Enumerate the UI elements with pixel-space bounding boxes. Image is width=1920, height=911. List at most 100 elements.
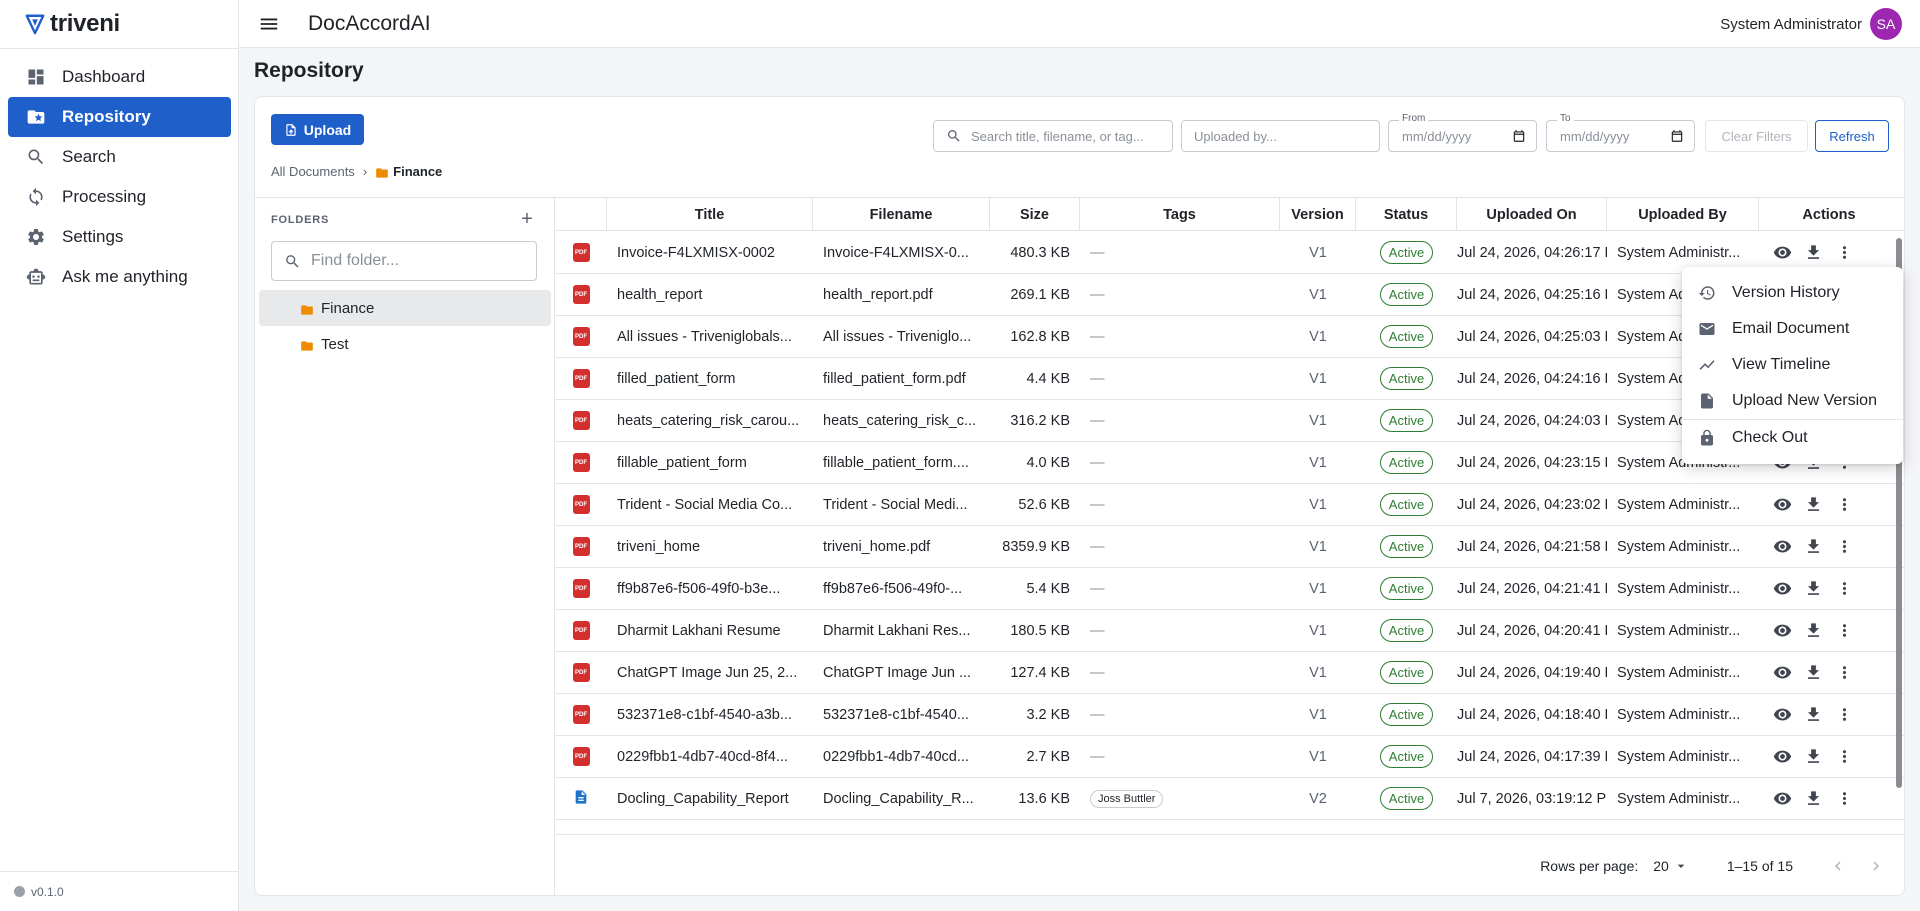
status-cell: Active: [1356, 526, 1457, 568]
table-row[interactable]: PDF 532371e8-c1bf-4540-a3b... 532371e8-c1b…: [555, 694, 1904, 736]
user-menu[interactable]: System Administrator SA: [1720, 8, 1902, 40]
title-cell[interactable]: heats_catering_risk_carou...: [607, 400, 813, 442]
title-cell[interactable]: triveni_home: [607, 526, 813, 568]
column-header-status[interactable]: Status: [1356, 198, 1457, 231]
menu-item-email-document[interactable]: Email Document: [1682, 311, 1903, 347]
title-cell[interactable]: fillable_patient_form: [607, 442, 813, 484]
download-icon[interactable]: [1804, 789, 1823, 808]
more-vertical-icon[interactable]: [1835, 579, 1854, 598]
calendar-icon[interactable]: [1670, 129, 1684, 143]
actions-cell: [1759, 526, 1899, 568]
column-header-title[interactable]: Title: [607, 198, 813, 231]
title-cell[interactable]: ff9b87e6-f506-49f0-b3e...: [607, 568, 813, 610]
more-vertical-icon[interactable]: [1835, 705, 1854, 724]
view-icon[interactable]: [1773, 747, 1792, 766]
tags-empty: —: [1090, 370, 1105, 387]
view-icon[interactable]: [1773, 495, 1792, 514]
sidebar-item-dashboard[interactable]: Dashboard: [8, 57, 231, 97]
folder-item-test[interactable]: Test: [259, 326, 551, 362]
version-cell: V1: [1309, 412, 1327, 429]
more-vertical-icon[interactable]: [1835, 537, 1854, 556]
previous-page-button[interactable]: [1828, 856, 1848, 876]
column-header-uploaded-on[interactable]: Uploaded On: [1457, 198, 1607, 231]
to-date-input[interactable]: To mm/dd/yyyy: [1546, 113, 1695, 152]
view-icon[interactable]: [1773, 537, 1792, 556]
from-date-input[interactable]: From mm/dd/yyyy: [1388, 113, 1537, 152]
refresh-button[interactable]: Refresh: [1815, 120, 1889, 152]
view-icon[interactable]: [1773, 663, 1792, 682]
view-icon[interactable]: [1773, 621, 1792, 640]
view-icon[interactable]: [1773, 243, 1792, 262]
folder-search-input[interactable]: Find folder...: [271, 241, 537, 281]
clear-filters-button[interactable]: Clear Filters: [1705, 120, 1808, 152]
menu-item-check-out[interactable]: Check Out: [1682, 420, 1903, 456]
table-row[interactable]: PDF Dharmit Lakhani Resume Dharmit Lakhani…: [555, 610, 1904, 652]
more-vertical-icon[interactable]: [1835, 747, 1854, 766]
add-folder-button[interactable]: +: [517, 208, 537, 230]
download-icon[interactable]: [1804, 747, 1823, 766]
tag-chip[interactable]: Joss Buttler: [1090, 789, 1164, 808]
table-row[interactable]: PDF ff9b87e6-f506-49f0-b3e... ff9b87e6-f50…: [555, 568, 1904, 610]
column-header-tags[interactable]: Tags: [1080, 198, 1280, 231]
sidebar-item-processing[interactable]: Processing: [8, 177, 231, 217]
title-cell[interactable]: Docling_Capability_Report: [607, 778, 813, 820]
table-row[interactable]: PDF triveni_home triveni_home.pdf 8359.9 KB…: [555, 526, 1904, 568]
title-cell[interactable]: Invoice-F4LXMISX-0002: [607, 232, 813, 274]
rows-per-page-select[interactable]: 20: [1653, 858, 1689, 874]
upload-button[interactable]: Upload: [271, 114, 364, 145]
view-icon[interactable]: [1773, 705, 1792, 724]
calendar-icon[interactable]: [1512, 129, 1526, 143]
table-row[interactable]: Docling_Capability_Report Docling_Capabil…: [555, 778, 1904, 820]
view-icon[interactable]: [1773, 579, 1792, 598]
title-cell[interactable]: 532371e8-c1bf-4540-a3b...: [607, 694, 813, 736]
sidebar-item-search[interactable]: Search: [8, 137, 231, 177]
more-vertical-icon[interactable]: [1835, 243, 1854, 262]
breadcrumb-root[interactable]: All Documents: [271, 164, 355, 179]
more-vertical-icon[interactable]: [1835, 495, 1854, 514]
column-header-version[interactable]: Version: [1280, 198, 1356, 231]
column-header-filename[interactable]: Filename: [813, 198, 990, 231]
next-page-button[interactable]: [1866, 856, 1886, 876]
table-row[interactable]: PDF Trident - Social Media Co... Trident -…: [555, 484, 1904, 526]
avatar[interactable]: SA: [1870, 8, 1902, 40]
sidebar-item-settings[interactable]: Settings: [8, 217, 231, 257]
download-icon[interactable]: [1804, 495, 1823, 514]
table-row[interactable]: PDF 0229fbb1-4db7-40cd-8f4... 0229fbb1-4db…: [555, 736, 1904, 778]
sidebar-item-ask-me-anything[interactable]: Ask me anything: [8, 257, 231, 297]
download-icon[interactable]: [1804, 621, 1823, 640]
menu-button[interactable]: [257, 12, 281, 36]
download-icon[interactable]: [1804, 705, 1823, 724]
title-cell[interactable]: filled_patient_form: [607, 358, 813, 400]
menu-item-label: Upload New Version: [1732, 392, 1877, 409]
title-cell[interactable]: health_report: [607, 274, 813, 316]
more-vertical-icon[interactable]: [1835, 663, 1854, 682]
table-row[interactable]: PDF ChatGPT Image Jun 25, 2... ChatGPT Ima…: [555, 652, 1904, 694]
status-badge: Active: [1379, 661, 1434, 684]
title-cell[interactable]: ChatGPT Image Jun 25, 2...: [607, 652, 813, 694]
more-vertical-icon[interactable]: [1835, 621, 1854, 640]
sidebar-item-repository[interactable]: Repository: [8, 97, 231, 137]
search-input[interactable]: Search title, filename, or tag...: [933, 120, 1173, 152]
title-cell[interactable]: 0229fbb1-4db7-40cd-8f4...: [607, 736, 813, 778]
triveni-logo[interactable]: triveni: [24, 10, 120, 38]
download-icon[interactable]: [1804, 663, 1823, 682]
column-header-uploaded-by[interactable]: Uploaded By: [1607, 198, 1759, 231]
view-icon[interactable]: [1773, 789, 1792, 808]
title-cell[interactable]: Trident - Social Media Co...: [607, 484, 813, 526]
folder-item-finance[interactable]: Finance: [259, 290, 551, 326]
title-cell[interactable]: All issues - Triveniglobals...: [607, 316, 813, 358]
menu-item-upload-new-version[interactable]: Upload New Version: [1682, 383, 1903, 419]
title-cell[interactable]: Dharmit Lakhani Resume: [607, 610, 813, 652]
more-vertical-icon[interactable]: [1835, 789, 1854, 808]
menu-item-view-timeline[interactable]: View Timeline: [1682, 347, 1903, 383]
pdf-file-icon: PDF: [572, 621, 590, 640]
menu-item-version-history[interactable]: Version History: [1682, 275, 1903, 311]
download-icon[interactable]: [1804, 243, 1823, 262]
triveni-logo-icon: [25, 14, 45, 35]
column-header-size[interactable]: Size: [990, 198, 1080, 231]
tags-empty: —: [1090, 622, 1105, 639]
download-icon[interactable]: [1804, 579, 1823, 598]
uploaded-by-input[interactable]: Uploaded by...: [1181, 120, 1380, 152]
download-icon[interactable]: [1804, 537, 1823, 556]
uploaded-on-value: Jul 24, 2026, 04:25:03 PM: [1457, 328, 1607, 345]
